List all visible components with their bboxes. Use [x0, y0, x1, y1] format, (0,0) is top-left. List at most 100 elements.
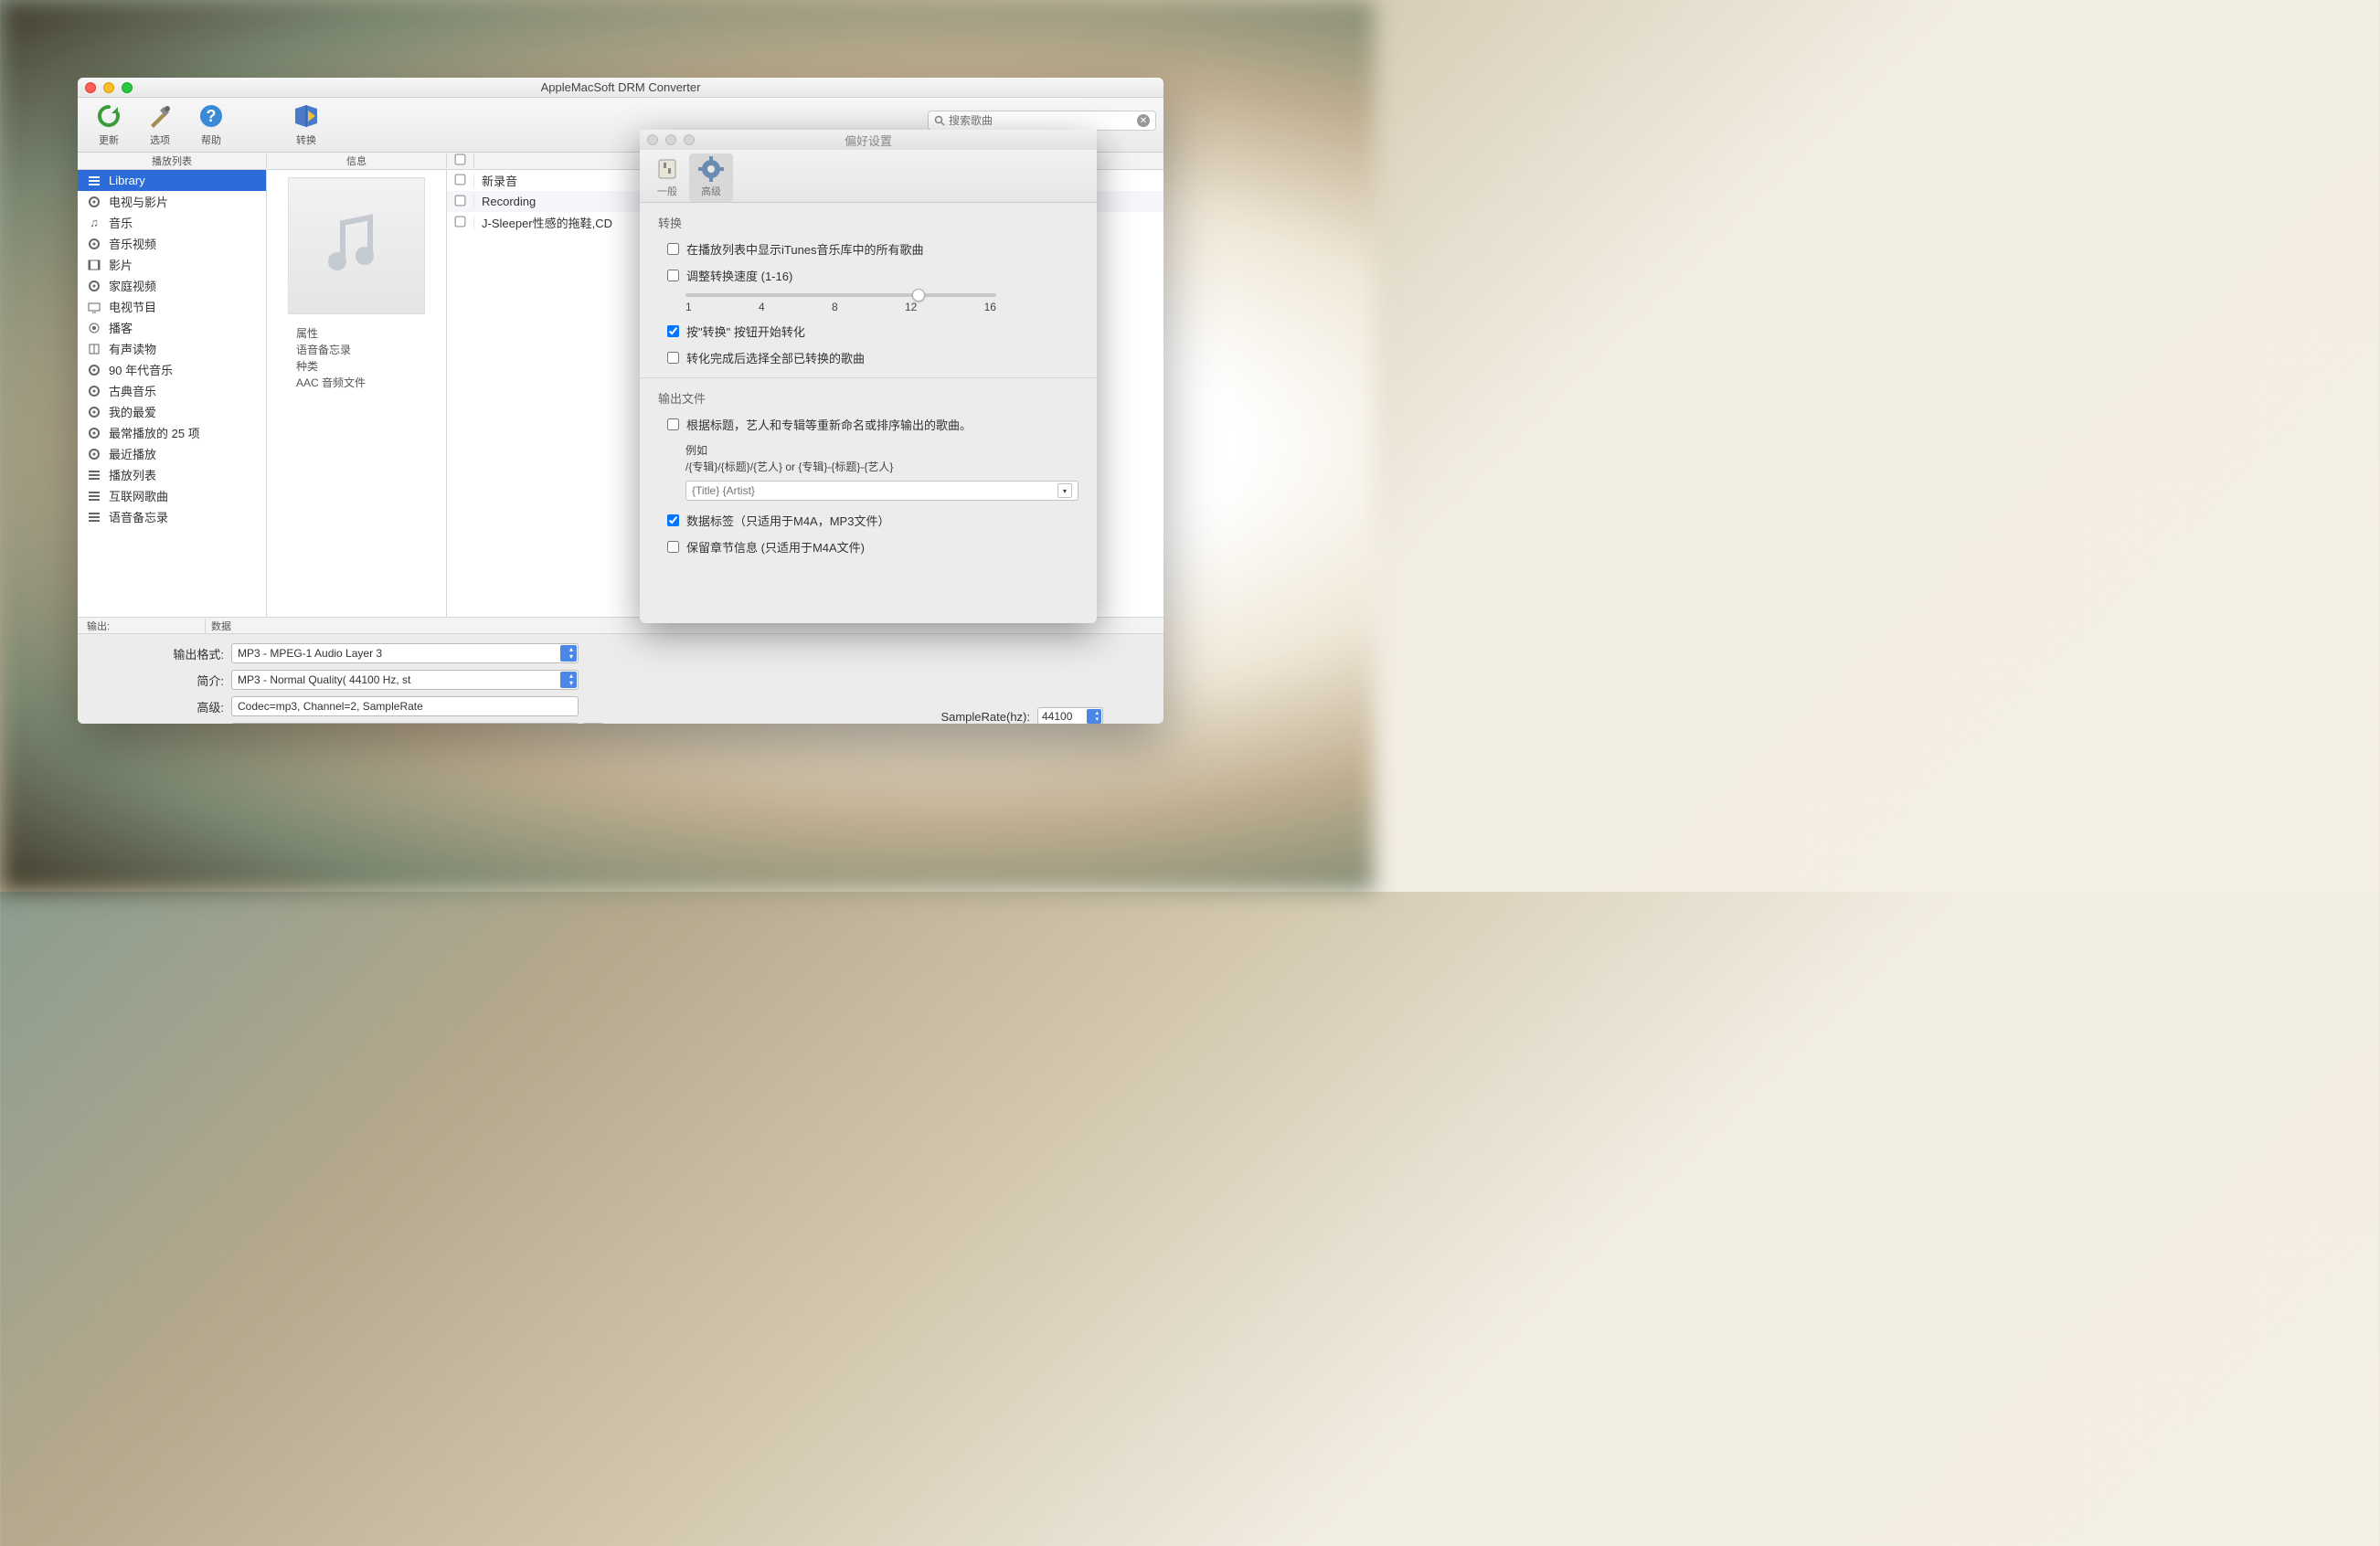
speed-slider[interactable]: 1481216	[685, 293, 996, 313]
select-all-checkbox[interactable]	[455, 154, 466, 165]
clear-search-icon[interactable]: ✕	[1137, 114, 1150, 127]
slider-tick: 16	[984, 301, 996, 313]
press-convert-checkbox[interactable]	[667, 325, 679, 337]
show-all-songs-checkbox[interactable]	[667, 243, 679, 255]
sidebar-item[interactable]: 古典音乐	[78, 380, 266, 401]
sidebar-item-label: 音乐	[109, 214, 133, 231]
sidebar-item-label: 电视与影片	[109, 193, 168, 210]
samplerate-label: SampleRate(hz):	[920, 710, 1030, 724]
note-icon: ♫	[87, 216, 101, 230]
sidebar-item[interactable]: 影片	[78, 254, 266, 275]
tv-icon	[87, 300, 101, 314]
gear-icon	[87, 426, 101, 440]
sidebar-item[interactable]: 电视与影片	[78, 191, 266, 212]
info-attr-label: 属性	[274, 325, 439, 342]
profile-select[interactable]: MP3 - Normal Quality( 44100 Hz, st▴▾	[231, 670, 579, 690]
track-checkbox[interactable]	[455, 216, 466, 227]
svg-text:?: ?	[207, 107, 217, 125]
window-title: AppleMacSoft DRM Converter	[78, 80, 1163, 94]
select-converted-checkbox[interactable]	[667, 352, 679, 364]
sidebar-item[interactable]: 最近播放	[78, 443, 266, 464]
track-checkbox[interactable]	[455, 174, 466, 185]
sidebar: Library 电视与影片 ♫ 音乐音乐视频影片家庭视频电视节目播客有声读物90 年代…	[78, 170, 267, 617]
prefs-titlebar: 偏好设置	[640, 130, 1097, 150]
column-info[interactable]: 信息	[267, 154, 447, 168]
sidebar-item[interactable]: Library	[78, 170, 266, 191]
sidebar-item[interactable]: 90 年代音乐	[78, 359, 266, 380]
slider-tick: 4	[759, 301, 765, 313]
gear-icon	[697, 155, 725, 183]
sidebar-item[interactable]: 家庭视频	[78, 275, 266, 296]
pattern-input[interactable]	[692, 484, 1054, 497]
sidebar-item-label: 影片	[109, 256, 133, 273]
sidebar-item[interactable]: 有声读物	[78, 338, 266, 359]
update-button[interactable]: 更新	[85, 101, 133, 147]
info-memo: 语音备忘录	[274, 342, 439, 358]
list-icon	[87, 468, 101, 482]
slider-thumb[interactable]	[912, 289, 925, 302]
sidebar-item-label: 古典音乐	[109, 382, 156, 399]
prefs-tabs: 一般 高级	[640, 150, 1097, 203]
convert-button[interactable]: 转换	[279, 101, 334, 147]
chevron-updown-icon: ▴▾	[569, 672, 573, 687]
sidebar-item[interactable]: 播客	[78, 317, 266, 338]
gear-icon	[87, 384, 101, 398]
advanced-field[interactable]: Codec=mp3, Channel=2, SampleRate	[231, 696, 579, 716]
help-button[interactable]: ? 帮助	[187, 101, 235, 147]
sidebar-item-label: 互联网歌曲	[109, 487, 168, 504]
samplerate-select[interactable]: 44100▴▾	[1037, 707, 1103, 724]
search-icon	[934, 115, 945, 126]
output-header-output[interactable]: 输出:	[78, 619, 206, 633]
info-block: 属性 语音备忘录 种类 AAC 音频文件	[274, 325, 439, 391]
extra-settings: SampleRate(hz): 44100▴▾ 频道: 2▴▾	[920, 707, 1103, 724]
meta-tag-label: 数据标签（只适用于M4A，MP3文件）	[686, 512, 889, 529]
keep-chapters-checkbox[interactable]	[667, 541, 679, 553]
sidebar-item-label: 音乐视频	[109, 235, 156, 252]
artwork-placeholder	[288, 177, 425, 314]
sidebar-item[interactable]: ♫ 音乐	[78, 212, 266, 233]
book-convert-icon	[292, 101, 321, 131]
tab-advanced[interactable]: 高级	[689, 154, 733, 202]
sidebar-item-label: 播放列表	[109, 466, 156, 483]
sidebar-item-label: 电视节目	[109, 298, 156, 315]
film-icon	[87, 258, 101, 272]
folder-field[interactable]: /Users/Cool/Music/AppleMacSoft DRM Conve…	[231, 723, 579, 724]
gear-icon	[87, 447, 101, 461]
section-convert-title: 转换	[658, 214, 1078, 231]
column-checkbox-all[interactable]	[447, 154, 474, 168]
sidebar-item-label: 语音备忘录	[109, 508, 168, 525]
sidebar-item-label: 家庭视频	[109, 277, 156, 294]
sidebar-item[interactable]: 音乐视频	[78, 233, 266, 254]
sidebar-item[interactable]: 我的最爱	[78, 401, 266, 422]
sidebar-item[interactable]: 最常播放的 25 项	[78, 422, 266, 443]
output-form: 输出格式: MP3 - MPEG-1 Audio Layer 3▴▾ 简介: M…	[133, 643, 604, 724]
sidebar-item[interactable]: 互联网歌曲	[78, 485, 266, 506]
list-icon	[87, 510, 101, 524]
pattern-input-wrap: ▾	[685, 481, 1078, 501]
search-field[interactable]: ✕	[928, 111, 1156, 131]
example-pattern: /{专辑}/{标题}/{艺人} or {专辑}-{标题}-{艺人}	[685, 459, 1078, 475]
sidebar-item[interactable]: 语音备忘录	[78, 506, 266, 527]
format-select[interactable]: MP3 - MPEG-1 Audio Layer 3▴▾	[231, 643, 579, 663]
sidebar-item[interactable]: 电视节目	[78, 296, 266, 317]
info-kind-value: AAC 音频文件	[274, 375, 439, 391]
gear-icon	[87, 405, 101, 419]
sidebar-item[interactable]: 播放列表	[78, 464, 266, 485]
output-area: 输出格式: MP3 - MPEG-1 Audio Layer 3▴▾ 简介: M…	[78, 634, 1163, 724]
options-button[interactable]: 选项	[136, 101, 184, 147]
gear-icon	[87, 279, 101, 293]
list-icon	[87, 489, 101, 503]
refresh-icon	[94, 101, 123, 131]
chevron-updown-icon: ▴▾	[1095, 710, 1099, 723]
advanced-label: 高级:	[133, 698, 224, 715]
rename-checkbox[interactable]	[667, 418, 679, 430]
meta-tag-checkbox[interactable]	[667, 514, 679, 526]
search-input[interactable]	[949, 114, 1137, 127]
pattern-dropdown-button[interactable]: ▾	[1057, 483, 1072, 498]
slider-tick: 12	[905, 301, 917, 313]
browse-button[interactable]: ...	[582, 723, 604, 724]
tab-general[interactable]: 一般	[645, 154, 689, 202]
track-checkbox[interactable]	[455, 195, 466, 206]
adjust-speed-checkbox[interactable]	[667, 270, 679, 281]
column-playlist[interactable]: 播放列表	[78, 154, 267, 168]
